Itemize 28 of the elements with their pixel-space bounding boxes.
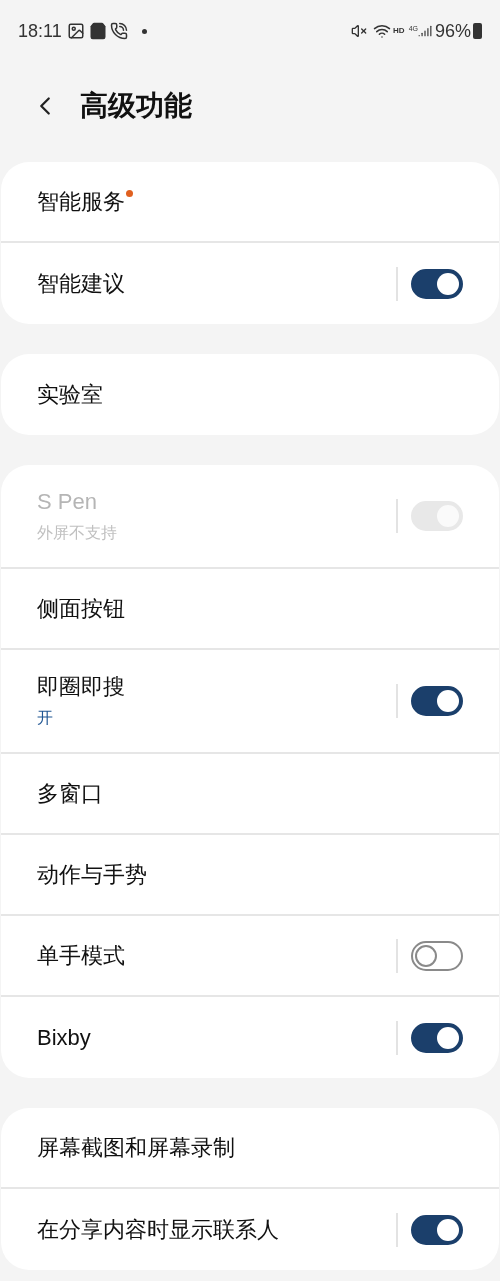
hd-label: HD [393,25,405,37]
status-time: 18:11 [18,19,62,43]
setting-title[interactable]: 智能服务 [37,186,125,217]
setting-title[interactable]: 侧面按钮 [37,593,125,624]
page-title: 高级功能 [80,89,192,123]
wifi-icon [373,22,392,40]
toggle-switch[interactable] [411,686,463,716]
battery-icon [473,23,482,39]
toggle-switch[interactable] [411,1022,463,1053]
mute-icon [351,23,368,39]
toggle-switch[interactable] [411,268,463,299]
setting-title[interactable]: 屏幕截图和屏幕录制 [37,1132,235,1163]
setting-title[interactable]: 单手模式 [37,940,125,971]
toggle-switch[interactable] [411,1214,463,1245]
phone-icon [109,22,128,40]
setting-title[interactable]: 动作与手势 [37,859,147,890]
setting-title[interactable]: 智能建议 [37,268,125,299]
setting-title[interactable]: 多窗口 [37,778,103,809]
gallery-icon [66,22,85,40]
setting-title[interactable]: Bixby [37,1022,91,1053]
setting-title[interactable]: 实验室 [37,379,103,410]
signal-icon [417,24,432,38]
setting-title[interactable]: 即圈即搜 [37,672,125,702]
battery-percent: 96% [434,19,471,43]
toggle-switch[interactable] [411,940,463,971]
setting-subtitle: 外屏不支持 [37,523,118,543]
setting-subtitle: 开 [37,708,54,728]
setting-title[interactable]: 在分享内容时显示联系人 [37,1214,279,1245]
